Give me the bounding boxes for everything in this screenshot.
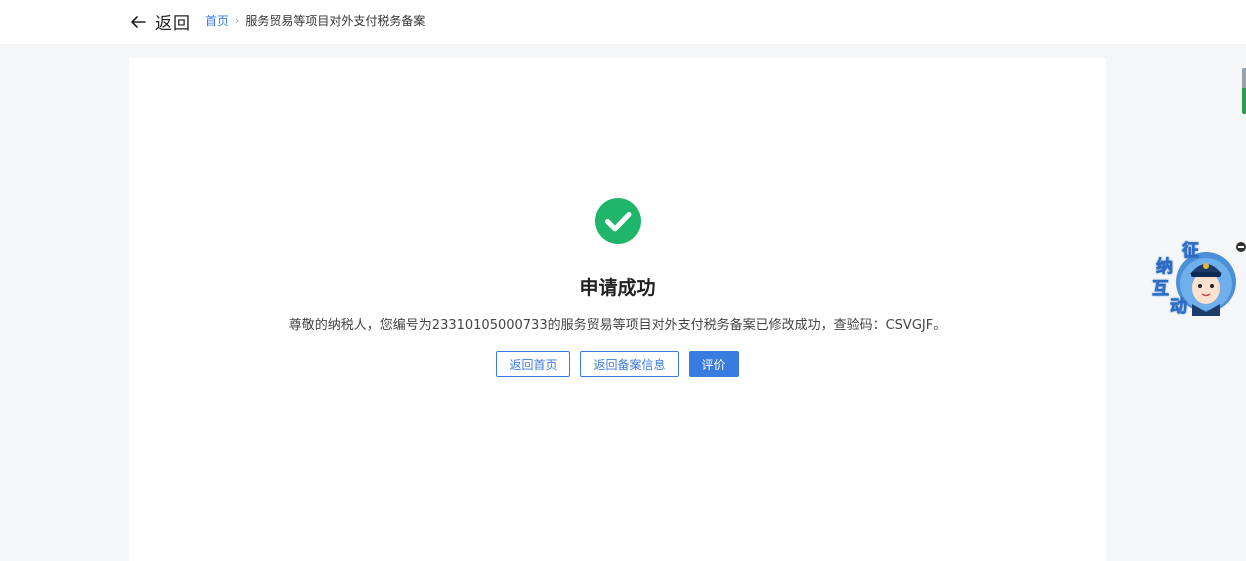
return-home-button[interactable]: 返回首页 <box>496 351 571 377</box>
widget-char-4: 动 <box>1170 297 1188 318</box>
back-label: 返回 <box>155 14 191 34</box>
widget-close-icon[interactable] <box>1236 242 1246 252</box>
widget-char-3: 互 <box>1152 279 1170 300</box>
interaction-assistant-widget[interactable]: 征 纳 互 动 <box>1148 236 1240 320</box>
result-actions: 返回首页 返回备案信息 评价 <box>129 351 1106 377</box>
check-circle-icon <box>595 198 641 244</box>
result-message: 尊敬的纳税人，您编号为23310105000733的服务贸易等项目对外支付税务备… <box>288 318 947 333</box>
breadcrumb-home-link[interactable]: 首页 <box>205 12 229 29</box>
top-bar: 返回 首页 › 服务贸易等项目对外支付税务备案 <box>0 0 1246 44</box>
back-button[interactable]: 返回 <box>129 9 191 34</box>
side-scroll-tab-top <box>1242 68 1246 88</box>
result-panel: 申请成功 尊敬的纳税人，您编号为23310105000733的服务贸易等项目对外… <box>129 58 1106 561</box>
result-title: 申请成功 <box>579 277 656 299</box>
widget-char-1: 征 <box>1182 241 1200 262</box>
return-record-info-button[interactable]: 返回备案信息 <box>580 351 679 377</box>
rate-button[interactable]: 评价 <box>688 351 739 377</box>
arrow-left-icon <box>131 15 146 28</box>
breadcrumb-current: 服务贸易等项目对外支付税务备案 <box>245 14 426 28</box>
breadcrumb-separator: › <box>235 14 240 27</box>
breadcrumb: 首页 › 服务贸易等项目对外支付税务备案 <box>205 12 425 29</box>
